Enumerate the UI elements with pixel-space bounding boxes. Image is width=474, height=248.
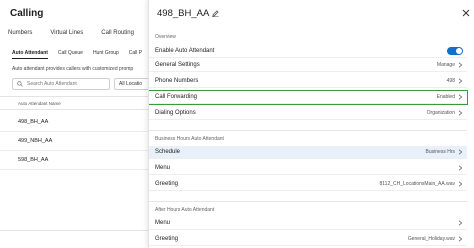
dialing-options-row[interactable]: Dialing Options Organization bbox=[149, 107, 467, 120]
search-icon bbox=[17, 81, 23, 87]
toggle-knob bbox=[456, 48, 462, 54]
chevron-right-icon bbox=[458, 236, 463, 242]
chevron-right-icon bbox=[458, 62, 463, 68]
search-placeholder: Search Auto Attendant bbox=[27, 81, 77, 87]
auto-attendant-list-page: Calling Numbers Virtual Lines Call Routi… bbox=[0, 0, 152, 248]
phone-numbers-value: 498 bbox=[446, 78, 455, 84]
phone-numbers-label: Phone Numbers bbox=[155, 78, 199, 84]
page-description: Auto attendant provides callers with cus… bbox=[12, 66, 134, 72]
feature-subtabs: Auto Attendant Call Queue Hunt Group Cal… bbox=[12, 50, 142, 59]
subtab-auto-attendant[interactable]: Auto Attendant bbox=[12, 50, 48, 59]
search-input[interactable]: Search Auto Attendant bbox=[12, 78, 110, 90]
enable-auto-attendant-label: Enable Auto Attendant bbox=[155, 48, 215, 54]
row-name: 499_NBH_AA bbox=[18, 138, 53, 144]
after-hours-greeting-value: General_Holiday.wav bbox=[407, 236, 455, 242]
call-forwarding-row[interactable]: Call Forwarding Enabled bbox=[149, 90, 468, 105]
table-bottom-divider bbox=[0, 230, 152, 231]
subtab-call-queue[interactable]: Call Queue bbox=[58, 50, 83, 59]
panel-title: 498_BH_AA bbox=[157, 8, 210, 19]
schedule-row[interactable]: Schedule Business Hrs bbox=[149, 146, 467, 159]
column-header-name[interactable]: Auto Attendant Name bbox=[0, 96, 152, 110]
chevron-right-icon bbox=[458, 181, 463, 187]
enable-auto-attendant-toggle[interactable] bbox=[447, 47, 463, 55]
tab-virtual-lines[interactable]: Virtual Lines bbox=[50, 30, 83, 36]
after-hours-greeting-label: Greeting bbox=[155, 236, 179, 242]
app-title: Calling bbox=[10, 8, 44, 19]
phone-numbers-row[interactable]: Phone Numbers 498 bbox=[149, 75, 467, 88]
general-settings-value: Manage bbox=[436, 62, 455, 68]
general-settings-label: General Settings bbox=[155, 62, 200, 68]
dialing-options-value: Organization bbox=[426, 110, 455, 116]
business-hours-greeting-value: 8112_CH_LocationsMain_AA.wav bbox=[379, 181, 455, 187]
chevron-right-icon bbox=[458, 149, 463, 155]
business-hours-menu-row[interactable]: Menu bbox=[149, 162, 467, 175]
tab-numbers[interactable]: Numbers bbox=[8, 30, 32, 36]
business-hours-menu-label: Menu bbox=[155, 165, 171, 171]
close-icon[interactable] bbox=[461, 8, 471, 18]
subtab-call-park[interactable]: Call P bbox=[129, 50, 142, 59]
table-row[interactable]: 499_NBH_AA bbox=[0, 132, 152, 151]
section-after-hours-label: After Hours Auto Attendant bbox=[155, 207, 215, 213]
after-hours-menu-label: Menu bbox=[155, 220, 171, 226]
row-name: 498_BH_AA bbox=[18, 119, 49, 125]
enable-auto-attendant-row: Enable Auto Attendant bbox=[149, 45, 467, 58]
table-row[interactable]: 498_BH_AA bbox=[0, 113, 152, 132]
call-forwarding-value: Enabled bbox=[436, 94, 455, 100]
call-forwarding-label: Call Forwarding bbox=[155, 94, 198, 100]
after-hours-greeting-row[interactable]: Greeting General_Holiday.wav bbox=[149, 233, 467, 246]
general-settings-row[interactable]: General Settings Manage bbox=[149, 59, 467, 72]
section-divider bbox=[149, 130, 467, 131]
chevron-right-icon bbox=[458, 110, 463, 116]
business-hours-greeting-row[interactable]: Greeting 8112_CH_LocationsMain_AA.wav bbox=[149, 178, 467, 191]
chevron-right-icon bbox=[458, 78, 463, 84]
tab-call-routing[interactable]: Call Routing bbox=[101, 30, 134, 36]
chevron-right-icon bbox=[458, 220, 463, 226]
section-overview-label: Overview bbox=[155, 34, 176, 40]
business-hours-greeting-label: Greeting bbox=[155, 181, 179, 187]
auto-attendant-detail-panel: 498_BH_AA Overview Enable Auto Attendant… bbox=[148, 0, 474, 248]
section-business-hours-label: Business Hours Auto Attendant bbox=[155, 136, 224, 142]
chevron-right-icon bbox=[458, 94, 463, 100]
dialing-options-label: Dialing Options bbox=[155, 110, 196, 116]
section-divider bbox=[149, 201, 467, 202]
edit-pencil-icon[interactable] bbox=[211, 9, 220, 18]
schedule-value: Business Hrs bbox=[425, 149, 455, 155]
location-filter-select[interactable]: All Locatio bbox=[114, 78, 152, 90]
main-tabs: Numbers Virtual Lines Call Routing bbox=[8, 30, 134, 36]
after-hours-menu-row[interactable]: Menu bbox=[149, 217, 467, 230]
chevron-right-icon bbox=[458, 165, 463, 171]
table-row[interactable]: 598_BH_AA bbox=[0, 151, 152, 170]
row-name: 598_BH_AA bbox=[18, 157, 49, 163]
schedule-label: Schedule bbox=[155, 149, 181, 155]
subtab-hunt-group[interactable]: Hunt Group bbox=[93, 50, 119, 59]
